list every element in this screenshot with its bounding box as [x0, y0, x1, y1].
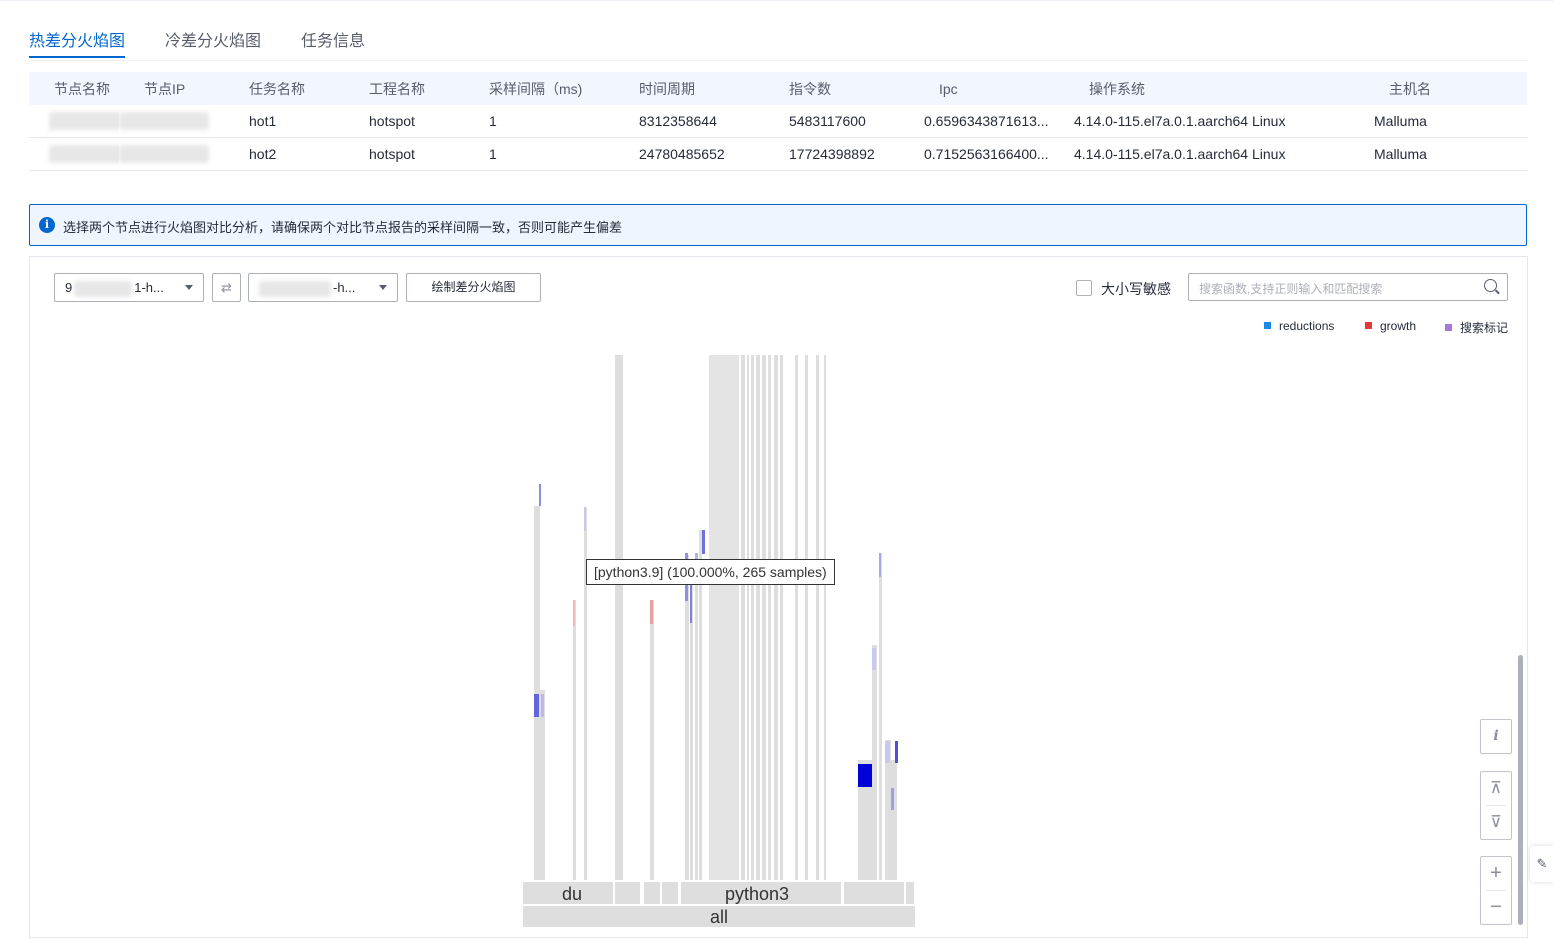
flame-frame[interactable] [780, 355, 783, 880]
flame-frame[interactable] [540, 690, 545, 880]
flame-frame[interactable] [805, 355, 808, 880]
info-icon[interactable]: i [1481, 720, 1511, 753]
expand-down-icon[interactable]: ⊽ [1481, 806, 1511, 839]
flamegraph-tooltip: [python3.9] (100.000%, 265 samples) [586, 559, 835, 585]
flame-frame[interactable] [615, 355, 623, 880]
flamegraph-canvas[interactable]: all du python3 [0, 0, 1554, 940]
flame-frame[interactable] [747, 355, 749, 880]
flame-frame[interactable] [879, 553, 882, 880]
flame-frame[interactable] [824, 355, 826, 880]
flame-frame[interactable] [662, 882, 678, 904]
frame-reduction[interactable] [879, 553, 881, 577]
frame-reduction-strong[interactable] [858, 764, 872, 787]
flame-frame[interactable] [741, 355, 745, 880]
flame-frame[interactable] [756, 355, 760, 880]
flame-frame[interactable] [650, 600, 654, 880]
flame-frame[interactable] [751, 355, 754, 880]
flame-frame[interactable] [644, 882, 660, 904]
frame-reduction[interactable] [872, 648, 876, 670]
flame-frame[interactable] [615, 882, 640, 904]
zoom-out-icon[interactable]: − [1481, 891, 1511, 924]
flame-frame[interactable] [573, 600, 576, 880]
flame-frame[interactable] [891, 760, 897, 880]
frame-reduction[interactable] [895, 741, 898, 763]
feedback-edit-icon[interactable]: ✎ [1530, 846, 1554, 882]
flame-frame[interactable] [906, 882, 914, 904]
frame-reduction[interactable] [584, 507, 586, 531]
flame-frame[interactable] [534, 506, 540, 880]
frame-reduction[interactable] [891, 788, 894, 810]
frame-reduction[interactable] [885, 741, 890, 763]
expand-controls: ⊼ ⊽ [1480, 771, 1512, 840]
flame-frame[interactable] [872, 645, 877, 880]
flamegraph-frames[interactable] [523, 355, 915, 927]
frame-label-python3: python3 [725, 884, 789, 904]
flame-frame[interactable] [695, 553, 698, 880]
frame-growth[interactable] [573, 600, 575, 626]
frame-reduction[interactable] [539, 484, 541, 506]
vertical-scrollbar[interactable] [1518, 655, 1523, 925]
zoom-in-icon[interactable]: + [1481, 857, 1511, 890]
frame-label-du: du [562, 884, 582, 904]
flame-frame[interactable] [795, 355, 798, 880]
flame-frame[interactable] [844, 882, 904, 904]
flame-frame[interactable] [709, 355, 739, 880]
flame-frame[interactable] [685, 555, 689, 880]
frame-label-all: all [710, 907, 728, 927]
frame-mark[interactable] [541, 694, 544, 717]
flame-frame[interactable] [768, 355, 771, 880]
flame-frame[interactable] [774, 355, 778, 880]
frame-growth[interactable] [650, 600, 653, 624]
flame-frame[interactable] [816, 355, 819, 880]
frame-reduction[interactable] [702, 530, 705, 554]
expand-up-icon[interactable]: ⊼ [1481, 772, 1511, 805]
info-control[interactable]: i [1480, 719, 1512, 754]
flame-frame[interactable] [762, 355, 766, 880]
frame-reduction[interactable] [534, 694, 539, 717]
zoom-controls: + − [1480, 856, 1512, 925]
